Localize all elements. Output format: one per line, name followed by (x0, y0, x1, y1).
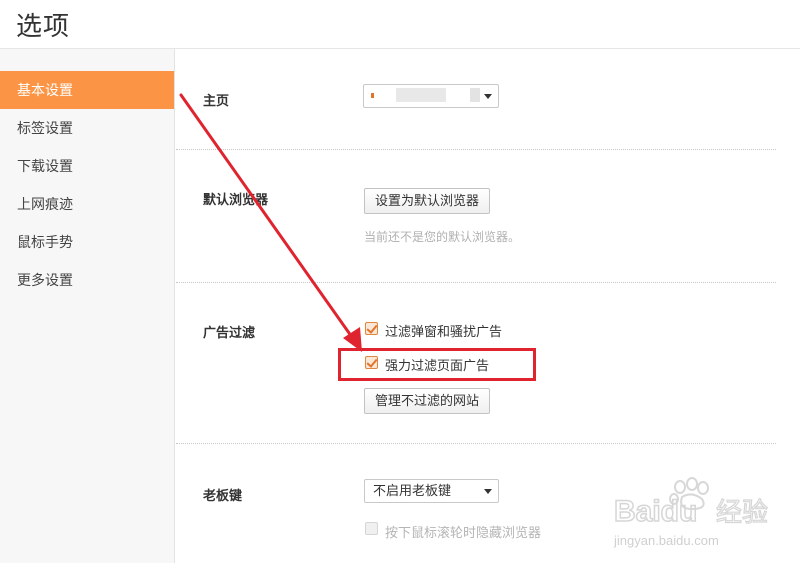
baidu-paw-logo: Baidu 经验 jingyan.baidu.com (613, 477, 769, 548)
watermark-brand: Baidu (614, 495, 697, 528)
watermark-brand2: 经验 (716, 498, 768, 528)
watermark-url: jingyan.baidu.com (613, 533, 719, 548)
baidu-jingyan-watermark: Baidu 经验 jingyan.baidu.com (612, 475, 792, 555)
